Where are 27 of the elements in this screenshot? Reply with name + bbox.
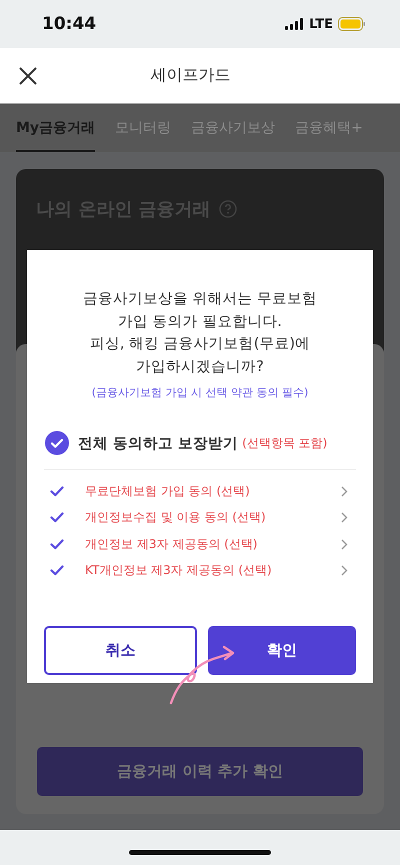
check-icon[interactable] <box>50 486 64 497</box>
add-history-button[interactable]: 금융거래 이력 추가 확인 <box>37 747 363 796</box>
check-icon[interactable] <box>50 512 64 524</box>
agree-all-note: (선택항목 포함) <box>242 434 328 452</box>
chevron-right-icon[interactable] <box>341 512 348 524</box>
page-title: 세이프가드 <box>150 65 230 86</box>
check-icon[interactable] <box>50 565 64 576</box>
chevron-right-icon[interactable] <box>341 538 348 550</box>
chevron-right-icon[interactable] <box>341 565 348 576</box>
consent-item-label[interactable]: KT개인정보 제3자 제공동의 (선택) <box>85 562 341 580</box>
tab[interactable]: My금융거래 <box>16 106 96 152</box>
consent-item-label[interactable]: 개인정보 제3자 제공동의 (선택) <box>85 536 341 553</box>
agree-all-label[interactable]: 전체 동의하고 보장받기 <box>78 434 238 452</box>
signal-icon <box>285 18 304 30</box>
status-time: 10:44 <box>42 14 96 34</box>
consent-item-label[interactable]: 무료단체보험 가입 동의 (선택) <box>85 482 341 500</box>
network-label: LTE <box>309 16 333 32</box>
consent-item-label[interactable]: 개인정보수집 및 이용 동의 (선택) <box>85 509 341 526</box>
dialog-note: (금융사기보험 가입 시 선택 약관 동의 필수) <box>90 385 310 400</box>
dialog-message: 금융사기보상을 위해서는 무료보험 가입 동의가 필요합니다. 피싱, 해킹 금융사기보험(무료)에 가입하시겠습니까? <box>82 290 318 376</box>
confirm-button[interactable]: 확인 <box>208 626 356 675</box>
battery-icon <box>338 17 366 31</box>
chevron-right-icon[interactable] <box>341 486 348 497</box>
checkbox-icon[interactable] <box>45 431 69 455</box>
check-icon[interactable] <box>50 538 64 550</box>
close-icon[interactable] <box>19 66 37 84</box>
cancel-button[interactable]: 취소 <box>44 626 196 675</box>
